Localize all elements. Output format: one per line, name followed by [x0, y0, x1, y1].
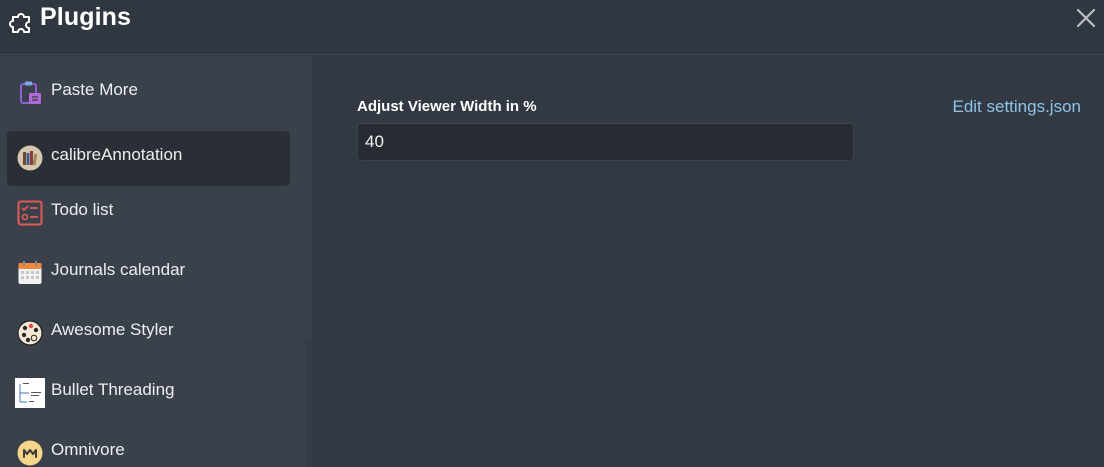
sidebar-item-calibre-annotation[interactable]: calibreAnnotation [7, 131, 290, 186]
sidebar-item-label: Journals calendar [51, 260, 186, 279]
sidebar-item-omnivore[interactable]: Omnivore [7, 426, 290, 467]
sidebar-scrollbar[interactable] [305, 56, 312, 340]
sidebar-item-label: Bullet Threading [51, 380, 175, 399]
calendar-icon [18, 261, 42, 284]
plugin-settings-panel: Adjust Viewer Width in % Edit settings.j… [312, 56, 1104, 467]
dialog-header: Plugins [0, 0, 1104, 55]
books-icon [17, 145, 43, 171]
sidebar-item-paste-more[interactable]: Paste More [7, 66, 290, 121]
sidebar-item-label: Todo list [51, 200, 114, 219]
clipboard-icon [20, 81, 41, 104]
viewer-width-label: Adjust Viewer Width in % [357, 98, 537, 115]
puzzle-icon [9, 13, 30, 33]
sidebar-scrollbar-track [305, 340, 312, 467]
sidebar-item-label: Paste More [51, 80, 138, 99]
dialog-title: Plugins [40, 3, 131, 31]
sidebar-item-todo-list[interactable]: Todo list [7, 186, 290, 241]
checklist-icon [17, 200, 43, 226]
close-icon[interactable] [1075, 7, 1097, 29]
plugin-sidebar: Paste More calibreAnnotation Todo list J… [0, 56, 305, 467]
edit-settings-json-link[interactable]: Edit settings.json [952, 97, 1081, 117]
sidebar-item-label: Omnivore [51, 440, 125, 459]
sidebar-item-journals-calendar[interactable]: Journals calendar [7, 246, 290, 301]
sidebar-item-label: Awesome Styler [51, 320, 174, 339]
thread-diagram-icon [15, 378, 45, 408]
viewer-width-input[interactable] [357, 123, 854, 161]
sidebar-item-label: calibreAnnotation [51, 145, 183, 164]
sidebar-item-bullet-threading[interactable]: Bullet Threading [7, 366, 290, 421]
palette-icon [17, 320, 43, 346]
sidebar-item-awesome-styler[interactable]: Awesome Styler [7, 306, 290, 361]
plugins-dialog: Plugins Paste More calibreAnnotation Tod… [0, 0, 1104, 467]
omnivore-logo-icon [17, 440, 43, 466]
